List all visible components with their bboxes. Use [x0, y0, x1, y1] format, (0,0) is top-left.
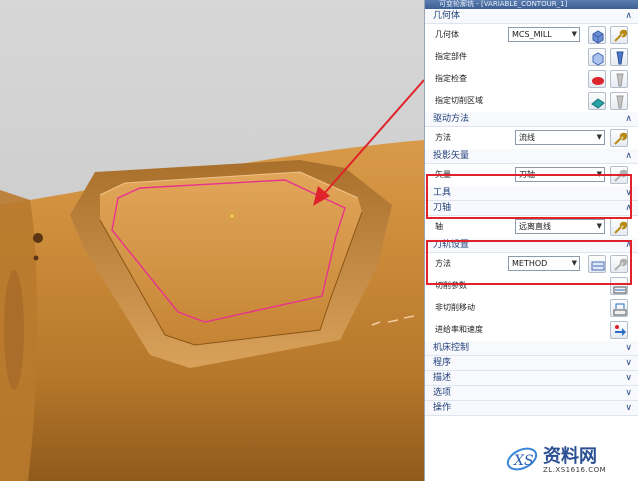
- drive-method-select[interactable]: 流线 ▼: [515, 130, 605, 145]
- wrench-icon: [614, 29, 628, 42]
- axis-label: 轴: [435, 222, 443, 231]
- section-drive-header[interactable]: 驱动方法 ∧: [425, 112, 638, 127]
- edit-axis-button[interactable]: [610, 218, 628, 236]
- axis-value: 远离直线: [519, 222, 551, 231]
- section-description-header[interactable]: 描述 ∨: [425, 371, 638, 386]
- new-geometry-button[interactable]: [588, 26, 606, 44]
- part-icon: [592, 52, 604, 66]
- dialog-title: 可变轮廓铣 - [VARIABLE_CONTOUR_1]: [425, 0, 638, 9]
- dropdown-arrow-icon: ▼: [571, 30, 577, 38]
- section-title: 操作: [433, 403, 452, 413]
- drive-method-row: 方法 流线 ▼: [425, 127, 638, 149]
- geometry-select-value: MCS_MILL: [512, 30, 552, 39]
- specify-check-button[interactable]: [588, 70, 606, 88]
- chevron-down-icon[interactable]: ∨: [625, 371, 632, 386]
- section-title: 机床控制: [433, 343, 470, 353]
- geometry-select[interactable]: MCS_MILL ▼: [508, 27, 580, 42]
- wrench-icon: [614, 132, 628, 145]
- flashlight-icon: [616, 95, 624, 109]
- flashlight-icon: [616, 73, 624, 87]
- section-title: 驱动方法: [433, 114, 470, 124]
- cut-area-icon: [591, 98, 605, 109]
- chevron-down-icon[interactable]: ∨: [625, 401, 632, 416]
- feeds-speeds-label: 进给率和速度: [435, 325, 483, 334]
- geometry-label: 几何体: [435, 30, 459, 39]
- chevron-up-icon[interactable]: ∧: [625, 149, 632, 164]
- annotation-box-projection: [426, 174, 632, 219]
- wrench-icon: [614, 221, 628, 234]
- tool-axis-row: 轴 远离直线 ▼: [425, 216, 638, 238]
- watermark: XS 资料网 ZL.XS1616.COM: [505, 440, 635, 478]
- feeds-speeds-icon: [615, 325, 626, 336]
- section-machine-control-header[interactable]: 机床控制 ∨: [425, 341, 638, 356]
- noncut-moves-row: 非切削移动: [425, 297, 638, 319]
- drive-method-label: 方法: [435, 133, 451, 142]
- feeds-speeds-row: 进给率和速度: [425, 319, 638, 341]
- section-title: 程序: [433, 358, 452, 368]
- chevron-up-icon[interactable]: ∧: [625, 112, 632, 127]
- noncut-moves-icon: [613, 303, 627, 316]
- noncut-moves-button[interactable]: [610, 299, 628, 317]
- annotation-box-tool-axis: [426, 240, 632, 285]
- noncut-moves-label: 非切削移动: [435, 303, 475, 312]
- section-title: 投影矢量: [433, 151, 470, 161]
- show-check-button[interactable]: [610, 70, 628, 88]
- section-program-header[interactable]: 程序 ∨: [425, 356, 638, 371]
- section-actions-header[interactable]: 操作 ∨: [425, 401, 638, 416]
- section-title: 描述: [433, 373, 452, 383]
- chevron-down-icon[interactable]: ∨: [625, 341, 632, 356]
- watermark-text: 资料网: [543, 446, 597, 467]
- specify-part-row: 指定部件: [425, 46, 638, 68]
- section-options-header[interactable]: 选项 ∨: [425, 386, 638, 401]
- section-title: 选项: [433, 388, 452, 398]
- specify-cut-area-button[interactable]: [588, 92, 606, 110]
- watermark-logo-icon: XS: [506, 447, 538, 471]
- feeds-speeds-button[interactable]: [610, 321, 628, 339]
- specify-cut-area-label: 指定切削区域: [435, 96, 483, 105]
- dropdown-arrow-icon: ▼: [596, 222, 602, 230]
- specify-check-row: 指定检查: [425, 68, 638, 90]
- specify-part-button[interactable]: [588, 48, 606, 66]
- geometry-row: 几何体 MCS_MILL ▼: [425, 24, 638, 46]
- section-geometry-header[interactable]: 几何体 ∧: [425, 9, 638, 24]
- geometry-cube-icon: [592, 30, 604, 44]
- watermark-url: ZL.XS1616.COM: [543, 466, 607, 474]
- drive-method-value: 流线: [519, 133, 535, 142]
- specify-part-label: 指定部件: [435, 52, 467, 61]
- section-projection-header[interactable]: 投影矢量 ∧: [425, 149, 638, 164]
- specify-check-label: 指定检查: [435, 74, 467, 83]
- dropdown-arrow-icon: ▼: [596, 133, 602, 141]
- chevron-down-icon[interactable]: ∨: [625, 386, 632, 401]
- specify-cut-area-row: 指定切削区域: [425, 90, 638, 112]
- section-title: 几何体: [433, 11, 461, 21]
- svg-text:XS: XS: [513, 453, 534, 469]
- show-part-button[interactable]: [610, 48, 628, 66]
- flashlight-icon: [616, 51, 624, 65]
- show-cut-area-button[interactable]: [610, 92, 628, 110]
- edit-geometry-button[interactable]: [610, 26, 628, 44]
- check-geometry-icon: [592, 77, 604, 85]
- edit-drive-button[interactable]: [610, 129, 628, 147]
- chevron-down-icon[interactable]: ∨: [625, 356, 632, 371]
- axis-select[interactable]: 远离直线 ▼: [515, 219, 605, 234]
- part-3d-model: [0, 79, 424, 481]
- chevron-up-icon[interactable]: ∧: [625, 9, 632, 24]
- graphics-viewport[interactable]: [0, 0, 424, 481]
